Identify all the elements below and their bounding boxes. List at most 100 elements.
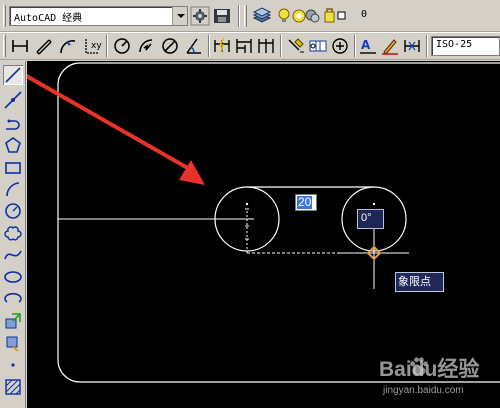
aligned-dimension-button[interactable] xyxy=(34,36,54,56)
arc-icon xyxy=(6,182,20,197)
toolbar-separator xyxy=(280,35,282,57)
ellipse-arc-icon xyxy=(4,292,22,303)
continue-dimension-button[interactable] xyxy=(256,36,276,56)
angular-dimension-button[interactable] xyxy=(184,36,204,56)
toolbar-grip[interactable] xyxy=(244,5,247,27)
arc-button[interactable] xyxy=(3,179,23,199)
ellipse-button[interactable] xyxy=(3,267,23,287)
polygon-button[interactable] xyxy=(3,135,23,155)
layers-icon xyxy=(252,7,272,23)
angular-icon xyxy=(186,38,201,54)
annotation-arrow-shaft xyxy=(27,73,195,173)
layer-manager-button[interactable] xyxy=(252,6,272,26)
tolerance-button[interactable] xyxy=(286,36,306,56)
quick-leader-icon xyxy=(288,38,304,53)
dimension-edit-button[interactable]: A xyxy=(358,36,378,56)
svg-text:xy: xy xyxy=(91,41,102,51)
revision-cloud-icon xyxy=(4,226,22,241)
angle-tooltip: 0° xyxy=(357,209,384,229)
ordinate-dimension-button[interactable]: xy xyxy=(82,36,102,56)
gear-icon xyxy=(190,6,210,26)
right-center-mark xyxy=(372,202,376,206)
diameter-dimension-button[interactable] xyxy=(160,36,180,56)
point-icon xyxy=(11,363,15,367)
hatch-button[interactable] xyxy=(3,377,23,397)
workspace-select[interactable]: AutoCAD 经典 xyxy=(9,6,188,26)
arc-length-button[interactable] xyxy=(58,36,78,56)
rectangle-button[interactable] xyxy=(3,158,23,178)
left-center-mark xyxy=(245,202,249,206)
save-workspace-icon xyxy=(214,9,230,23)
workspace-save-button[interactable] xyxy=(212,6,232,26)
pencil-icon xyxy=(382,39,398,55)
rectangle-icon xyxy=(5,162,21,174)
chevron-down-icon[interactable] xyxy=(172,7,187,25)
baseline-dimension-button[interactable] xyxy=(234,36,254,56)
dimension-toolbar: xy A ISO-25 xyxy=(0,32,500,60)
line-icon xyxy=(5,67,21,83)
spline-button[interactable] xyxy=(3,245,23,265)
tolerance-icon xyxy=(309,40,327,52)
diameter-icon xyxy=(162,38,178,54)
point-button[interactable] xyxy=(3,355,23,375)
construction-line-icon xyxy=(4,91,22,109)
baseline-icon xyxy=(236,39,252,53)
snap-tooltip: 象限点 xyxy=(395,272,444,292)
layer-name: 0 xyxy=(361,9,368,20)
svg-text:A: A xyxy=(361,38,371,52)
dimension-update-button[interactable] xyxy=(402,36,422,56)
radius-icon xyxy=(114,38,130,54)
layer-select[interactable]: 0 xyxy=(275,6,367,26)
ellipse-icon xyxy=(4,271,22,283)
construction-line-button[interactable] xyxy=(3,90,23,110)
dimension-style-value: ISO-25 xyxy=(436,39,473,50)
jogged-icon xyxy=(139,39,153,53)
toolbar-separator xyxy=(106,35,108,57)
toolbar-separator xyxy=(354,35,356,57)
polygon-icon xyxy=(5,137,21,153)
quick-dimension-button[interactable] xyxy=(212,36,232,56)
toolbar-grip[interactable] xyxy=(3,35,6,57)
dynamic-length-value: 20 xyxy=(297,195,313,209)
dimension-edit-icon: A xyxy=(360,38,376,54)
watermark-brand: Baidu经验 xyxy=(379,358,480,381)
center-mark-button[interactable] xyxy=(330,36,350,56)
spline-icon xyxy=(4,250,22,260)
revision-cloud-button[interactable] xyxy=(3,223,23,243)
line-tool-button[interactable] xyxy=(3,65,23,85)
arc-length-icon xyxy=(60,40,76,54)
tolerance-frame-button[interactable] xyxy=(308,36,328,56)
hatch-icon xyxy=(5,379,21,395)
workspace-settings-button[interactable] xyxy=(190,6,210,26)
jogged-dimension-button[interactable] xyxy=(136,36,156,56)
continue-icon xyxy=(258,39,274,53)
circle-button[interactable] xyxy=(3,201,23,221)
toolbar-grip[interactable] xyxy=(3,5,6,27)
insert-block-icon xyxy=(5,313,21,329)
dimension-text-edit-button[interactable] xyxy=(380,36,400,56)
watermark-url: jingyan.baidu.com xyxy=(383,385,464,396)
dimension-style-select[interactable]: ISO-25 xyxy=(431,36,500,56)
quick-dimension-icon xyxy=(214,37,230,53)
circle-icon xyxy=(5,203,21,219)
toolbar-separator xyxy=(208,35,210,57)
ordinate-dimension-icon: xy xyxy=(85,39,102,54)
insert-block-button[interactable] xyxy=(3,311,23,331)
toolbar-separator xyxy=(426,35,428,57)
toolbar-separator xyxy=(238,5,240,27)
layer-state-icons xyxy=(278,8,346,23)
radius-dimension-button[interactable] xyxy=(112,36,132,56)
workspace-toolbar: AutoCAD 经典 0 xyxy=(0,0,500,32)
ellipse-arc-button[interactable] xyxy=(3,289,23,309)
watermark: Baidu经验 jingyan.baidu.com xyxy=(369,353,499,403)
draw-toolbar xyxy=(0,61,26,408)
make-block-icon xyxy=(6,336,19,352)
workspace-select-value: AutoCAD 经典 xyxy=(14,13,83,24)
make-block-button[interactable] xyxy=(3,333,23,353)
aligned-dimension-icon xyxy=(36,39,52,55)
linear-dimension-button[interactable] xyxy=(10,36,30,56)
polyline-button[interactable] xyxy=(3,114,23,134)
linear-dimension-icon xyxy=(12,40,28,52)
drawing-canvas[interactable]: 20 0° 象限点 Baidu经验 jingyan.baidu.com xyxy=(27,61,500,408)
dynamic-length-input[interactable]: 20 xyxy=(295,194,317,211)
